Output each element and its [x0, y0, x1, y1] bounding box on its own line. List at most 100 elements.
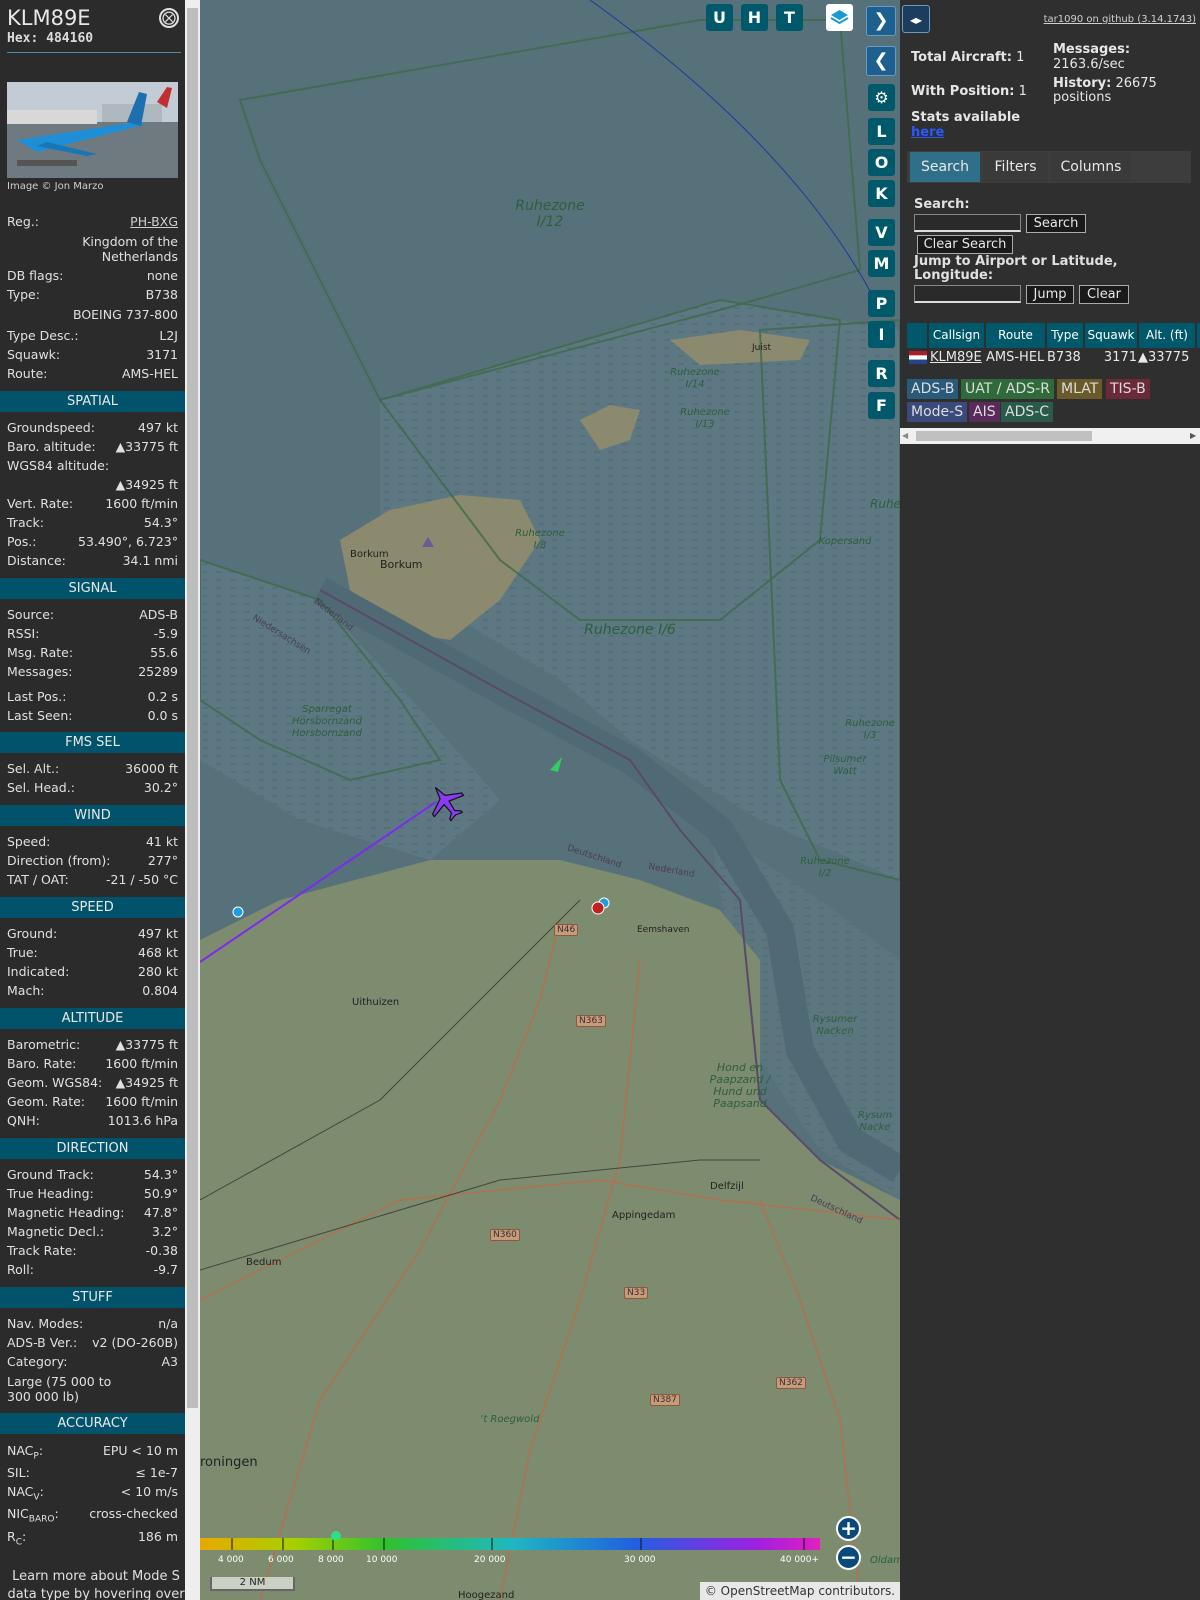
table-hscrollbar[interactable]: ◀ ▶ — [900, 428, 1200, 444]
learn-more-text: Learn more about Mode S data type by hov… — [7, 1569, 185, 1600]
zone-label: Hond en Paapzand / Hund und Paapsand — [709, 1061, 771, 1110]
col-flag[interactable] — [907, 323, 927, 348]
distance-value: 34.1 nmi — [122, 553, 178, 568]
stats-link[interactable]: here — [911, 126, 944, 140]
zoom-out-button[interactable]: − — [836, 1545, 861, 1570]
baro-rate-row: Baro. Rate: 1600 ft/min — [7, 1054, 178, 1073]
gear-icon[interactable]: ⚙ — [868, 84, 895, 111]
divider — [7, 52, 181, 53]
photo-credit: Image © Jon Marzo — [7, 181, 104, 192]
tab-filters[interactable]: Filters — [983, 152, 1048, 182]
map-button-h[interactable]: H — [741, 4, 768, 31]
typedesc-row: Type Desc.: L2J — [7, 326, 178, 345]
scale-tick-label: 20 000 — [474, 1555, 506, 1565]
nacp-row: NACP: EPU < 10 m — [7, 1441, 178, 1462]
nav-modes-label: Nav. Modes: — [7, 1316, 84, 1331]
search-input[interactable] — [914, 214, 1021, 232]
total-aircraft-label: Total Aircraft: — [911, 50, 1012, 65]
messages-row: Messages: 25289 — [7, 662, 178, 681]
clear-button[interactable]: Clear — [1079, 285, 1129, 304]
tab-columns[interactable]: Columns — [1051, 152, 1131, 182]
col-squawk[interactable]: Squawk — [1085, 323, 1137, 348]
tab-bar: Search Filters Columns — [907, 151, 1191, 183]
category-value: A3 — [161, 1354, 178, 1369]
messages-stat-value: 2163.6/sec — [1053, 57, 1125, 72]
col-route[interactable]: Route — [986, 323, 1045, 348]
reg-label: Reg.: — [7, 214, 39, 229]
section-signal: SIGNAL — [0, 578, 185, 599]
qnh-label: QNH: — [7, 1113, 40, 1128]
col-type[interactable]: Type — [1047, 323, 1083, 348]
close-icon[interactable]: ⨂ — [159, 8, 179, 28]
col-callsign[interactable]: Callsign — [929, 323, 984, 348]
reg-link[interactable]: PH-BXG — [130, 212, 178, 231]
zone-label: Rysum Nacke — [857, 1110, 893, 1133]
place-label: Hoogezand — [458, 1590, 515, 1600]
place-label: Eemshaven — [637, 925, 690, 935]
typedesc-label: Type Desc.: — [7, 328, 79, 343]
scroll-right-icon[interactable]: ▶ — [1190, 431, 1198, 441]
road-shield: N363 — [576, 1015, 606, 1027]
scrollbar-thumb[interactable] — [187, 8, 198, 1408]
map-button-u[interactable]: U — [706, 4, 733, 31]
type-name: BOEING 737-800 — [72, 307, 178, 322]
row-callsign[interactable]: KLM89E — [930, 349, 982, 367]
map-button-t[interactable]: T — [776, 4, 803, 31]
mag-decl-label: Magnetic Decl.: — [7, 1224, 105, 1239]
stats-available: Stats available — [911, 111, 1020, 125]
map-button-l[interactable]: L — [868, 118, 895, 145]
map-button-p[interactable]: P — [868, 290, 895, 317]
ground-label: Ground: — [7, 926, 58, 941]
map-button-f[interactable]: F — [868, 392, 895, 419]
section-altitude: ALTITUDE — [0, 1008, 185, 1029]
roll-label: Roll: — [7, 1262, 34, 1277]
source-tag-modes: Mode-S — [907, 402, 968, 422]
chevron-left-icon[interactable]: ❮ — [866, 46, 896, 76]
map-button-i[interactable]: I — [868, 321, 895, 348]
zone-label: Ruhezone I/13 — [680, 407, 730, 430]
lastpos-value: 0.2 s — [147, 689, 178, 704]
nacv-label-text: NAC — [7, 1484, 34, 1499]
scrollbar-thumb[interactable] — [916, 431, 1092, 441]
scroll-left-icon[interactable]: ◀ — [902, 431, 910, 441]
with-position: With Position: 1 — [911, 85, 1027, 99]
lastpos-label: Last Pos.: — [7, 689, 67, 704]
history-stat-label: History: — [1053, 76, 1112, 91]
geom-value: ▲34925 ft — [115, 1075, 178, 1090]
jump-input[interactable] — [914, 285, 1021, 303]
tab-search[interactable]: Search — [910, 152, 980, 182]
search-button[interactable]: Search — [1026, 214, 1086, 233]
wind-dir-label: Direction (from): — [7, 853, 111, 868]
layers-icon[interactable] — [826, 4, 853, 31]
jump-button[interactable]: Jump — [1026, 285, 1074, 304]
msgrate-label: Msg. Rate: — [7, 645, 74, 660]
row-route: AMS-HEL — [986, 350, 1045, 365]
aircraft-photo[interactable] — [7, 82, 178, 178]
sidebar-scrollbar[interactable] — [185, 0, 200, 1600]
place-label: Borkum — [380, 558, 423, 571]
map-button-m[interactable]: M — [868, 250, 895, 277]
github-link[interactable]: tar1090 on github (3.14.1743) — [1044, 14, 1196, 25]
msgrate-value: 55.6 — [150, 645, 178, 660]
map-view[interactable]: Ruhezone I/12 Ruhezone I/6 Ruhezone I/8 … — [200, 0, 900, 1600]
messages-label: Messages: — [7, 664, 73, 679]
map-attribution[interactable]: © OpenStreetMap contributors. — [700, 1582, 900, 1600]
col-alt[interactable]: Alt. (ft) — [1139, 323, 1195, 348]
clear-search-button[interactable]: Clear Search — [917, 235, 1013, 254]
sil-label: SIL: — [7, 1465, 30, 1480]
map-button-v[interactable]: V — [868, 219, 895, 246]
hex-label: Hex: — [7, 31, 39, 46]
expand-arrows-icon[interactable]: ◂▸ — [902, 5, 930, 33]
chevron-right-icon[interactable]: ❯ — [866, 6, 896, 36]
distance-row: Distance: 34.1 nmi — [7, 551, 178, 570]
nicbaro-label: NICBARO: — [7, 1506, 59, 1525]
map-button-k[interactable]: K — [868, 180, 895, 207]
nacp-label-text: NAC — [7, 1443, 34, 1458]
sel-head-row: Sel. Head.: 30.2° — [7, 778, 178, 797]
map-canvas[interactable] — [200, 0, 900, 1600]
scale-tick-label: 40 000+ — [780, 1555, 820, 1565]
map-button-o[interactable]: O — [868, 149, 895, 176]
zoom-in-button[interactable]: + — [836, 1516, 861, 1541]
lastseen-value: 0.0 s — [147, 708, 178, 723]
map-button-r[interactable]: R — [868, 360, 895, 387]
